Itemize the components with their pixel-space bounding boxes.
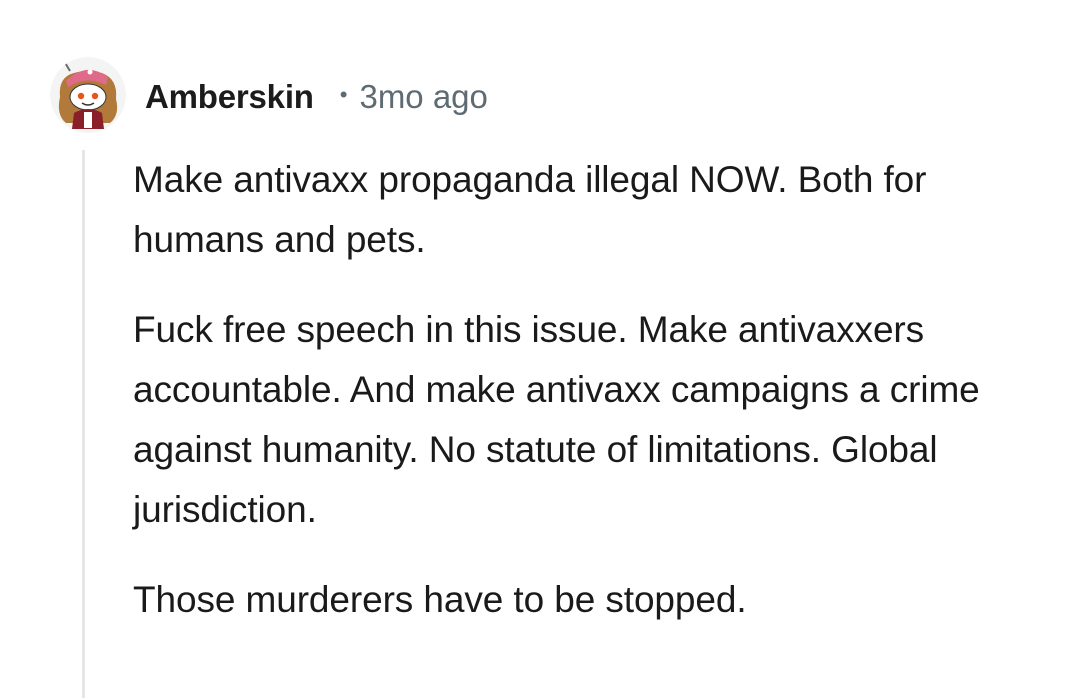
user-avatar[interactable] bbox=[50, 57, 126, 133]
comment-paragraph: Fuck free speech in this issue. Make ant… bbox=[133, 309, 980, 530]
thread-line[interactable] bbox=[82, 150, 85, 698]
comment-paragraph: Those murderers have to be stopped. bbox=[133, 579, 747, 620]
comment-paragraph: Make antivaxx propaganda illegal NOW. Bo… bbox=[133, 159, 927, 260]
timestamp[interactable]: 3mo ago bbox=[359, 78, 487, 116]
comment: Amberskin • 3mo ago Make antivaxx propag… bbox=[0, 0, 1080, 698]
meta-separator: • bbox=[339, 82, 348, 107]
username[interactable]: Amberskin bbox=[145, 78, 314, 116]
comment-body: Make antivaxx propaganda illegal NOW. Bo… bbox=[133, 150, 1033, 660]
snoo-avatar-icon bbox=[50, 57, 126, 133]
comment-meta: Amberskin • 3mo ago bbox=[145, 75, 488, 119]
